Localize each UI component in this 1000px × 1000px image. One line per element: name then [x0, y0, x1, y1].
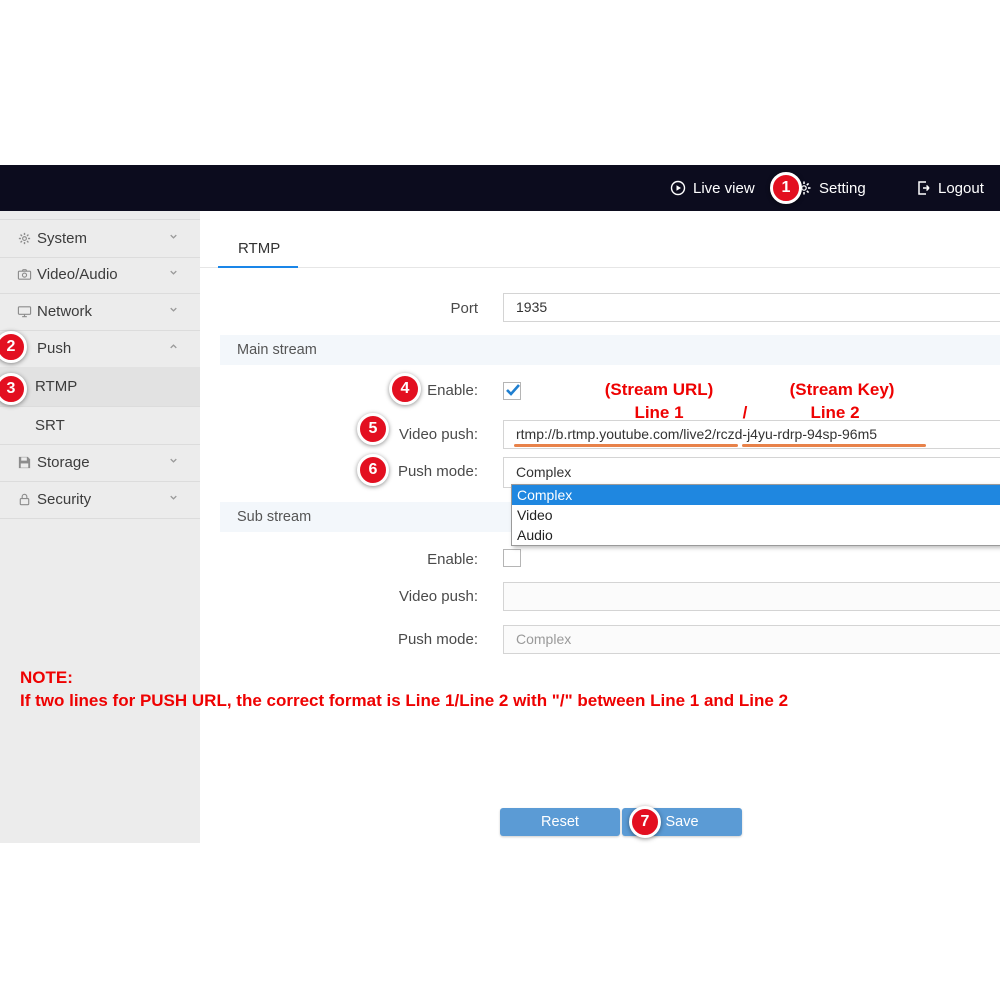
sidebar-item-label: Network: [37, 303, 167, 320]
stream-url-annotation: (Stream URL): [559, 380, 759, 400]
sub-enable-checkbox[interactable]: [503, 549, 521, 567]
logout-link[interactable]: Logout: [916, 165, 984, 211]
chevron-down-icon: [167, 303, 180, 320]
note-body: If two lines for PUSH URL, the correct f…: [20, 691, 788, 711]
setting-label: Setting: [819, 180, 866, 197]
sidebar-item-label: Push: [37, 340, 167, 357]
sidebar-item-label: System: [37, 230, 167, 247]
line2-annotation: Line 2: [735, 403, 935, 423]
sidebar-item-storage[interactable]: Storage: [0, 444, 200, 482]
chevron-down-icon: [167, 491, 180, 508]
sidebar-item-label: RTMP: [35, 378, 200, 395]
sidebar: System Video/Audio Network Push RTMP SRT…: [0, 211, 200, 843]
dropdown-option-video[interactable]: Video: [512, 505, 1000, 525]
sidebar-item-system[interactable]: System: [0, 219, 200, 258]
sidebar-item-srt[interactable]: SRT: [0, 407, 200, 445]
logout-icon: [916, 180, 931, 196]
chevron-down-icon: [167, 230, 180, 247]
port-input[interactable]: 1935: [503, 293, 1000, 322]
sidebar-item-push[interactable]: Push: [0, 330, 200, 368]
live-view-label: Live view: [693, 180, 755, 197]
gear-icon: [17, 231, 33, 247]
chevron-down-icon: [167, 454, 180, 471]
annotation-circle-5: 5: [357, 413, 389, 445]
sub-video-push-input[interactable]: [503, 582, 1000, 611]
sub-enable-label: Enable:: [300, 551, 478, 568]
main-video-push-label: Video push:: [300, 426, 478, 443]
annotation-circle-6: 6: [357, 454, 389, 486]
sidebar-item-video-audio[interactable]: Video/Audio: [0, 256, 200, 294]
stream-url-underline: [514, 444, 738, 447]
sidebar-item-label: SRT: [35, 417, 200, 434]
top-bar: Live view Setting Logout: [0, 165, 1000, 211]
page: Live view Setting Logout System Video/Au…: [0, 0, 1000, 1000]
sidebar-item-label: Video/Audio: [37, 266, 167, 283]
annotation-circle-7: 7: [629, 806, 661, 838]
monitor-icon: [17, 304, 33, 320]
port-label: Port: [300, 300, 478, 317]
live-view-link[interactable]: Live view: [670, 165, 755, 211]
push-mode-dropdown: Complex Video Audio: [511, 484, 1000, 546]
play-circle-icon: [670, 180, 686, 196]
sidebar-item-rtmp[interactable]: RTMP: [0, 367, 200, 407]
logout-label: Logout: [938, 180, 984, 197]
line1-annotation: Line 1: [559, 403, 759, 423]
stream-key-annotation: (Stream Key): [742, 380, 942, 400]
dropdown-option-complex[interactable]: Complex: [512, 485, 1000, 505]
sidebar-item-label: Storage: [37, 454, 167, 471]
main-push-mode-label: Push mode:: [300, 463, 478, 480]
tab-active-underline: [218, 266, 298, 268]
setting-link[interactable]: Setting: [796, 165, 866, 211]
tab-rtmp[interactable]: RTMP: [238, 240, 280, 257]
camera-icon: [17, 267, 33, 283]
tabbar-divider: [200, 267, 1000, 268]
main-enable-checkbox[interactable]: [503, 382, 521, 400]
annotation-circle-1: 1: [770, 172, 802, 204]
sidebar-item-network[interactable]: Network: [0, 293, 200, 331]
main-stream-section-header: Main stream: [220, 335, 1000, 365]
chevron-up-icon: [167, 340, 180, 357]
chevron-down-icon: [167, 266, 180, 283]
stream-key-underline: [742, 444, 926, 447]
lock-icon: [17, 492, 33, 508]
sidebar-item-label: Security: [37, 491, 167, 508]
sub-push-mode-label: Push mode:: [300, 631, 478, 648]
sub-push-mode-input[interactable]: Complex: [503, 625, 1000, 654]
annotation-circle-4: 4: [389, 373, 421, 405]
disk-icon: [17, 455, 33, 471]
dropdown-option-audio[interactable]: Audio: [512, 525, 1000, 545]
reset-button[interactable]: Reset: [500, 808, 620, 836]
sub-video-push-label: Video push:: [300, 588, 478, 605]
sidebar-item-security[interactable]: Security: [0, 481, 200, 519]
note-title: NOTE:: [20, 668, 73, 688]
